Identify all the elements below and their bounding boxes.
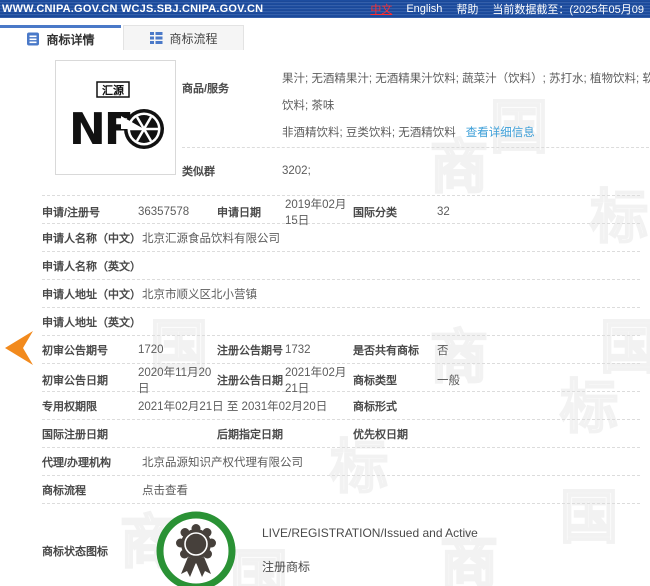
collapse-left-arrow-icon[interactable] — [4, 330, 34, 366]
nfc-logo: 汇源 NF — [69, 80, 164, 155]
field-value: 2021年02月21日 — [285, 367, 347, 395]
field-label-status: 商标状态图标 — [42, 545, 108, 558]
trademark-image: 汇源 NF — [55, 60, 176, 175]
help-link[interactable]: 帮助 — [456, 1, 478, 17]
field-label: 申请人地址（英文） — [42, 316, 141, 329]
field-label: 申请人名称（英文） — [42, 260, 141, 273]
field-value: 否 — [437, 344, 449, 357]
field-value: 2021年02月21日 至 2031年02月20日 — [138, 400, 328, 413]
field-value: 北京汇源食品饮料有限公司 — [142, 232, 280, 245]
field-label: 申请人名称（中文） — [42, 232, 141, 245]
svg-text:NF: NF — [69, 104, 132, 155]
trademark-status-row: 商标状态图标 LIVE/REGISTRATION/Issued and Acti… — [42, 504, 640, 586]
tab-bar: 商标详情 商标流程 — [0, 25, 650, 50]
field-label: 初审公告期号 — [42, 344, 108, 357]
table-row: 申请人名称（英文） — [42, 252, 640, 280]
status-text-cn: 注册商标 — [262, 560, 311, 574]
svg-text:汇源: 汇源 — [102, 83, 124, 97]
field-label: 是否共有商标 — [353, 344, 419, 357]
field-label: 代理/办理机构 — [42, 456, 112, 469]
tab-label: 商标流程 — [169, 31, 218, 46]
tab-trademark-process[interactable]: 商标流程 — [123, 25, 244, 50]
tab-trademark-details[interactable]: 商标详情 — [0, 25, 121, 50]
similar-group-value: 3202; — [282, 164, 311, 177]
field-value: 2019年02月15日 — [285, 199, 347, 227]
field-value: 北京市顺义区北小营镇 — [142, 288, 257, 301]
list-icon — [149, 31, 163, 45]
field-label: 专用权期限 — [42, 400, 97, 413]
field-value: 一般 — [437, 375, 460, 387]
status-text-en: LIVE/REGISTRATION/Issued and Active — [262, 526, 478, 540]
table-row: 专用权期限 2021年02月21日 至 2031年02月20日 商标形式 — [42, 392, 640, 420]
top-bar: WWW.CNIPA.GOV.CN WCJS.SBJ.CNIPA.GOV.CN 中… — [0, 0, 650, 18]
table-row: 代理/办理机构 北京品源知识产权代理有限公司 — [42, 448, 640, 476]
field-label: 注册公告期号 — [217, 344, 283, 357]
field-label: 优先权日期 — [353, 428, 408, 441]
field-label-goods: 商品/服务 — [182, 83, 230, 95]
table-row: 商标流程 点击查看 — [42, 476, 640, 504]
field-label: 申请/注册号 — [42, 207, 101, 219]
field-label: 国际注册日期 — [42, 428, 108, 441]
table-row: 初审公告期号 1720 注册公告期号 1732 是否共有商标 否 — [42, 336, 640, 364]
field-value: 36357578 — [138, 206, 190, 218]
click-to-view-link[interactable]: 点击查看 — [142, 482, 188, 498]
table-row: 初审公告日期 2020年11月20日 注册公告日期 2021年02月21日 商标… — [42, 364, 640, 395]
site-url: WWW.CNIPA.GOV.CN WCJS.SBJ.CNIPA.GOV.CN — [2, 3, 264, 15]
table-row: 申请人地址（英文） — [42, 308, 640, 336]
field-label: 申请人地址（中文） — [42, 288, 141, 301]
field-value: 1732 — [285, 343, 311, 356]
field-label: 商标类型 — [353, 375, 397, 387]
field-label: 申请日期 — [217, 207, 261, 219]
table-row: 国际注册日期 后期指定日期 优先权日期 — [42, 420, 640, 448]
goods-services-row: 汇源 NF 商品/服务 果汁; 无酒精果汁; 无酒精果汁饮料; 蔬菜汁（饮料）;… — [42, 60, 650, 196]
lang-english-link[interactable]: English — [406, 3, 442, 15]
view-details-link[interactable]: 查看详细信息 — [466, 127, 535, 139]
trademark-detail-table: 汇源 NF 商品/服务 果汁; 无酒精果汁; 无酒精果汁饮料; 蔬菜汁（饮料）;… — [0, 50, 650, 586]
table-row: 申请/注册号 36357578 申请日期 2019年02月15日 国际分类 32 — [42, 196, 640, 227]
field-label: 后期指定日期 — [217, 428, 283, 441]
field-label: 商标形式 — [353, 400, 397, 413]
field-value: 北京品源知识产权代理有限公司 — [142, 456, 303, 469]
field-label-similar-group: 类似群 — [182, 165, 215, 178]
goods-value: 果汁; 无酒精果汁; 无酒精果汁饮料; 蔬菜汁（饮料）; 苏打水; 植物饮料; … — [282, 73, 650, 139]
lang-chinese-link[interactable]: 中文 — [370, 1, 392, 17]
field-value: 1720 — [138, 343, 164, 356]
field-label: 商标流程 — [42, 484, 86, 497]
trademark-detail-page: WWW.CNIPA.GOV.CN WCJS.SBJ.CNIPA.GOV.CN 中… — [0, 0, 650, 586]
table-row: 申请人名称（中文） 北京汇源食品饮料有限公司 — [42, 224, 640, 252]
field-label: 注册公告日期 — [217, 375, 283, 387]
data-cutoff-text: 当前数据截至：(2025年05月09 — [492, 4, 644, 16]
table-row: 申请人地址（中文） 北京市顺义区北小营镇 — [42, 280, 640, 308]
status-medal-icon — [156, 511, 236, 586]
tab-label: 商标详情 — [46, 32, 95, 47]
field-label: 初审公告日期 — [42, 375, 108, 387]
document-icon — [26, 32, 40, 46]
field-label: 国际分类 — [353, 207, 397, 219]
field-value: 32 — [437, 206, 450, 218]
field-value: 2020年11月20日 — [138, 367, 212, 395]
